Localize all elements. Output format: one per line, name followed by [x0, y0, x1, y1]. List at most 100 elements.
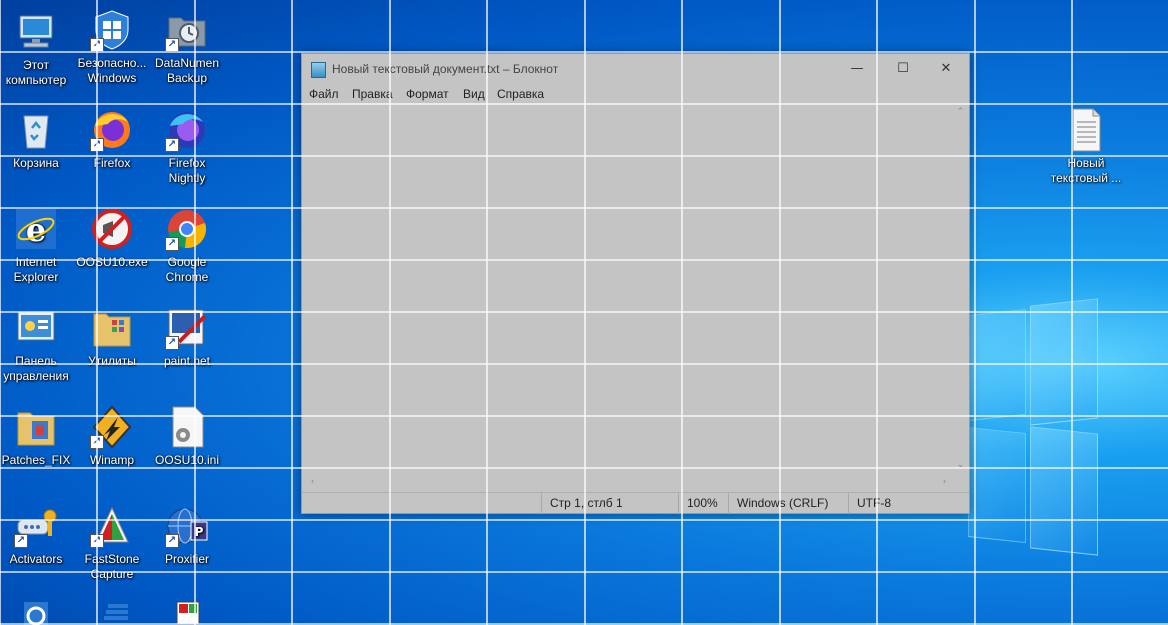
app-icon	[90, 600, 134, 625]
shortcut-arrow-icon: ↗	[165, 336, 179, 350]
app-icon	[165, 600, 209, 625]
scroll-left-arrow-icon[interactable]: ‹	[304, 477, 321, 487]
paintnet-icon: ↗	[165, 306, 209, 350]
desktop-icon-recycle-bin[interactable]: Корзина	[0, 108, 72, 171]
desktop-icon-this-pc[interactable]: Этот компьютер	[0, 10, 72, 88]
desktop-icon-activators[interactable]: ↗ Activators	[0, 504, 72, 567]
desktop-icon-label: Internet Explorer	[13, 255, 59, 284]
desktop-icon-patches-fix[interactable]: Patches_FIX	[0, 405, 72, 468]
desktop-icon-winamp[interactable]: ↗ Winamp	[76, 405, 148, 468]
internet-explorer-icon: e	[14, 207, 58, 251]
scroll-up-arrow-icon[interactable]: ⌃	[952, 107, 969, 117]
text-editor[interactable]	[302, 104, 952, 475]
svg-text:e: e	[26, 211, 46, 249]
firefox-nightly-icon: ↗	[165, 108, 209, 152]
desktop-icon-firefox[interactable]: ↗ Firefox	[76, 108, 148, 171]
menu-edit[interactable]: Правка	[352, 87, 393, 101]
recycle-bin-icon	[14, 108, 58, 152]
desktop-icon-label: FastStone Capture	[84, 552, 140, 581]
desktop-icon-faststone-capture[interactable]: ↗ FastStone Capture	[76, 504, 148, 582]
desktop-icon-partial-settings[interactable]	[0, 600, 72, 625]
menu-bar: Файл Правка Формат Вид Справка	[302, 84, 969, 104]
minimize-button[interactable]: —	[834, 54, 880, 84]
close-button[interactable]: ✕	[923, 54, 969, 84]
menu-format[interactable]: Формат	[406, 87, 449, 101]
notepad-window[interactable]: Новый текстовый документ.txt – Блокнот —…	[301, 53, 970, 514]
desktop-icon-label: Firefox Nightly	[168, 156, 206, 185]
vertical-scrollbar[interactable]: ⌃ ⌄	[952, 104, 969, 475]
desktop-icon-label: OOSU10.exe	[76, 255, 148, 269]
desktop-icon-paint-net[interactable]: ↗ paint.net	[151, 306, 223, 369]
desktop-icon-label: OOSU10.ini	[154, 453, 220, 467]
desktop-icon-proxifier[interactable]: P ↗ Proxifier	[151, 504, 223, 567]
desktop-icon-utilities-folder[interactable]: Утилиты	[76, 306, 148, 369]
desktop[interactable]: Этот компьютер ↗ Безопасно... Windows ↗ …	[0, 0, 1168, 625]
desktop-icon-label: DataNumen Backup	[154, 56, 220, 85]
scroll-down-arrow-icon[interactable]: ⌄	[952, 460, 969, 470]
desktop-icon-label: Панель управления	[3, 354, 69, 383]
desktop-icon-label: Patches_FIX	[1, 453, 71, 467]
desktop-icon-oosu10-exe[interactable]: OOSU10.exe	[76, 207, 148, 270]
status-line-endings: Windows (CRLF)	[728, 493, 848, 514]
desktop-icon-firefox-nightly[interactable]: ↗ Firefox Nightly	[151, 108, 223, 186]
menu-help[interactable]: Справка	[497, 87, 544, 101]
desktop-icon-label: Утилиты	[88, 354, 136, 368]
desktop-icon-oosu10-ini[interactable]: OOSU10.ini	[151, 405, 223, 468]
maximize-button[interactable]: ☐	[880, 54, 926, 84]
desktop-icon-new-text-document[interactable]: Новый текстовый ...	[1050, 108, 1122, 186]
windows-logo-pane	[968, 308, 1026, 422]
desktop-icon-control-panel[interactable]: Панель управления	[0, 306, 72, 384]
menu-view[interactable]: Вид	[463, 87, 485, 101]
horizontal-scrollbar[interactable]: ‹ ›	[302, 475, 952, 492]
status-encoding: UTF-8	[848, 493, 952, 514]
windows-logo-pane	[968, 426, 1026, 544]
desktop-icon-google-chrome[interactable]: ↗ Google Chrome	[151, 207, 223, 285]
shortcut-arrow-icon: ↗	[14, 534, 28, 548]
svg-text:P: P	[195, 525, 204, 539]
shortcut-arrow-icon: ↗	[90, 138, 104, 152]
notepad-app-icon	[311, 62, 326, 78]
settings-file-icon	[165, 405, 209, 449]
text-file-icon	[1064, 108, 1108, 152]
window-title: Новый текстовый документ.txt – Блокнот	[332, 62, 559, 76]
menu-file[interactable]: Файл	[309, 87, 339, 101]
windows-logo-pane	[1030, 426, 1098, 556]
faststone-capture-icon: ↗	[90, 504, 134, 548]
desktop-icon-label: Proxifier	[164, 552, 209, 566]
keys-icon: ↗	[14, 504, 58, 548]
shortcut-arrow-icon: ↗	[90, 534, 104, 548]
folder-icon	[14, 405, 58, 449]
shortcut-arrow-icon: ↗	[165, 138, 179, 152]
winamp-icon: ↗	[90, 405, 134, 449]
desktop-icon-partial-app-2[interactable]	[151, 600, 223, 625]
status-bar: Стр 1, стлб 1 100% Windows (CRLF) UTF-8	[302, 492, 969, 514]
firefox-icon: ↗	[90, 108, 134, 152]
gear-icon	[14, 600, 58, 625]
desktop-icon-label: Firefox	[93, 156, 131, 170]
control-panel-icon	[14, 306, 58, 350]
shortcut-arrow-icon: ↗	[90, 38, 104, 52]
status-cursor-position: Стр 1, стлб 1	[541, 493, 683, 514]
chrome-icon: ↗	[165, 207, 209, 251]
desktop-icon-label: Winamp	[89, 453, 134, 467]
desktop-icon-label: Безопасно... Windows	[77, 56, 147, 85]
shortcut-arrow-icon: ↗	[165, 534, 179, 548]
scroll-right-arrow-icon[interactable]: ›	[936, 477, 953, 487]
proxifier-icon: P ↗	[165, 504, 209, 548]
title-bar[interactable]: Новый текстовый документ.txt – Блокнот —…	[302, 54, 969, 84]
desktop-icon-partial-app[interactable]	[76, 600, 148, 625]
desktop-icon-label: Этот компьютер	[5, 58, 67, 87]
shortcut-arrow-icon: ↗	[165, 237, 179, 251]
status-zoom: 100%	[678, 493, 728, 514]
desktop-icon-windows-security[interactable]: ↗ Безопасно... Windows	[76, 8, 148, 86]
desktop-icon-label: Новый текстовый ...	[1050, 156, 1122, 185]
desktop-icon-datanumen-backup[interactable]: ↗ DataNumen Backup	[151, 8, 223, 86]
folder-icon	[90, 306, 134, 350]
desktop-icon-label: Корзина	[13, 156, 59, 170]
shortcut-arrow-icon: ↗	[165, 38, 179, 52]
desktop-icon-internet-explorer[interactable]: e Internet Explorer	[0, 207, 72, 285]
oosu10-icon	[90, 207, 134, 251]
windows-logo-pane	[1030, 298, 1098, 426]
backup-folder-clock-icon: ↗	[165, 8, 209, 52]
windows-security-shield-icon: ↗	[90, 8, 134, 52]
